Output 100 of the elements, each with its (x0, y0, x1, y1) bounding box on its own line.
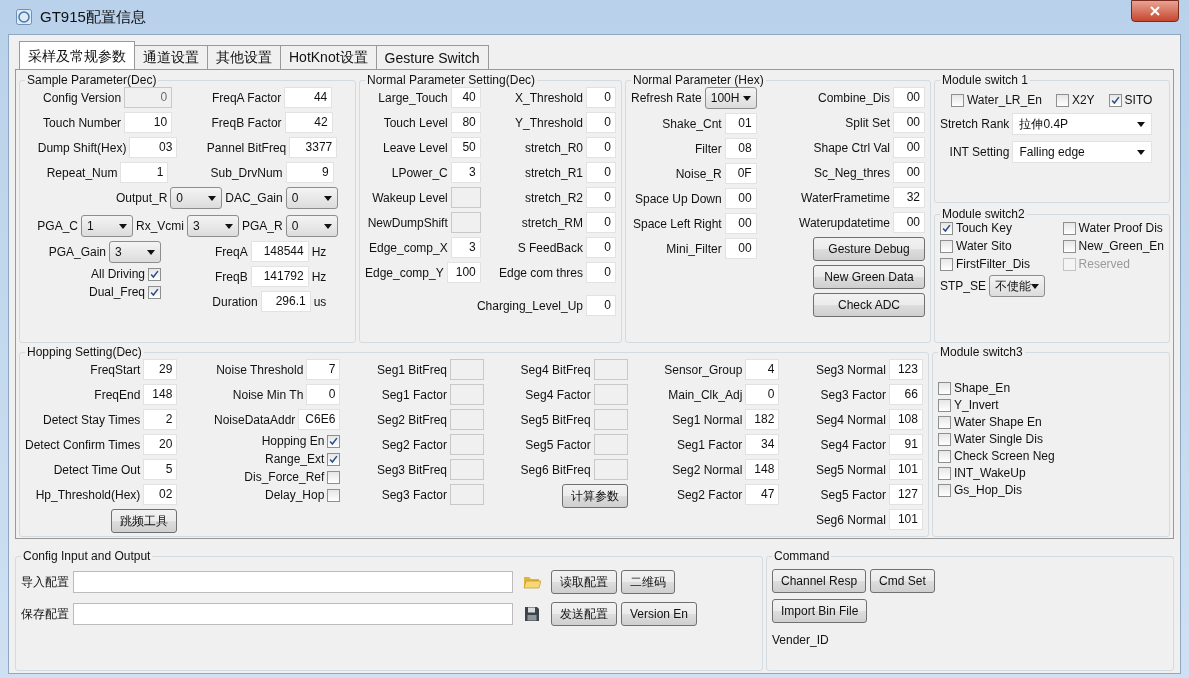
checkbox[interactable] (938, 466, 951, 480)
number-field[interactable]: 47 (745, 484, 780, 505)
number-field[interactable]: 00 (893, 112, 925, 133)
action-button[interactable]: 跳频工具 (111, 509, 178, 533)
number-field[interactable]: 100 (446, 262, 481, 283)
action-button[interactable]: 二维码 (621, 570, 675, 594)
checkbox[interactable] (938, 398, 951, 412)
number-field[interactable]: 2 (143, 409, 178, 430)
dropdown[interactable]: 拉伸0.4P (1012, 113, 1153, 135)
number-field[interactable]: C6E6 (298, 409, 341, 430)
number-field[interactable]: 182 (745, 409, 780, 430)
number-field[interactable]: 123 (888, 359, 923, 380)
dropdown[interactable]: 3 (187, 215, 239, 237)
dropdown[interactable]: 0 (285, 215, 338, 237)
checkbox[interactable] (1062, 221, 1076, 235)
checkbox[interactable] (950, 93, 964, 107)
action-button[interactable]: Cmd Set (870, 569, 935, 593)
number-field[interactable]: 101 (888, 459, 923, 480)
checkbox[interactable] (940, 257, 953, 271)
number-field[interactable]: 1 (120, 162, 169, 183)
number-field[interactable]: 0 (306, 384, 341, 405)
number-field[interactable]: 3 (450, 237, 481, 258)
action-button[interactable]: 读取配置 (551, 570, 617, 594)
number-field[interactable]: 127 (888, 484, 923, 505)
number-field[interactable]: 08 (724, 138, 757, 159)
checkbox[interactable] (148, 285, 161, 299)
number-field[interactable]: 91 (888, 434, 923, 455)
number-field[interactable]: 66 (888, 384, 923, 405)
number-field[interactable]: 02 (143, 484, 178, 505)
number-field[interactable]: 80 (450, 112, 481, 133)
checkbox[interactable] (940, 239, 953, 253)
checkbox[interactable] (327, 434, 341, 448)
number-field[interactable]: 32 (893, 187, 925, 208)
number-field[interactable]: 34 (745, 434, 780, 455)
action-button[interactable]: Channel Resp (772, 569, 867, 593)
number-field[interactable]: 50 (450, 137, 481, 158)
number-field[interactable]: 42 (284, 112, 333, 133)
number-field[interactable]: 00 (893, 212, 925, 233)
checkbox[interactable] (938, 381, 951, 395)
number-field[interactable]: 0 (586, 295, 616, 316)
action-button[interactable]: Check ADC (813, 293, 925, 317)
number-field[interactable]: 40 (450, 87, 481, 108)
checkbox[interactable] (327, 488, 341, 502)
checkbox[interactable] (938, 415, 951, 429)
number-field[interactable]: 00 (724, 238, 757, 259)
number-field[interactable]: 5 (143, 459, 178, 480)
file-path-field[interactable] (73, 603, 513, 625)
number-field[interactable]: 00 (893, 162, 925, 183)
checkbox[interactable] (938, 483, 951, 497)
number-field[interactable]: 00 (724, 213, 757, 234)
checkbox[interactable] (938, 432, 951, 446)
number-field[interactable]: 00 (893, 87, 925, 108)
dropdown[interactable]: 不使能 (989, 275, 1046, 297)
number-field[interactable]: 0 (586, 187, 616, 208)
number-field[interactable]: 148 (745, 459, 780, 480)
checkbox[interactable] (327, 452, 341, 466)
number-field[interactable]: 4 (745, 359, 780, 380)
action-button[interactable]: Import Bin File (772, 599, 868, 623)
folder-icon[interactable] (523, 575, 541, 589)
number-field[interactable]: 20 (143, 434, 178, 455)
tab[interactable]: Gesture Switch (375, 45, 489, 69)
number-field[interactable]: 0 (586, 237, 616, 258)
action-button[interactable]: Gesture Debug (813, 237, 925, 261)
dropdown[interactable]: 0 (285, 187, 338, 209)
checkbox[interactable] (1108, 93, 1122, 107)
checkbox[interactable] (148, 267, 161, 281)
checkbox[interactable] (940, 221, 953, 235)
dropdown[interactable]: 1 (81, 215, 133, 237)
tab[interactable]: 采样及常规参数 (19, 41, 135, 69)
checkbox[interactable] (938, 449, 951, 463)
number-field[interactable]: 3 (450, 162, 481, 183)
number-field[interactable]: 296.1 (260, 291, 311, 312)
action-button[interactable]: 发送配置 (551, 602, 617, 626)
number-field[interactable]: 148 (143, 384, 178, 405)
number-field[interactable]: 0 (586, 262, 616, 283)
number-field[interactable]: 00 (724, 188, 757, 209)
number-field[interactable]: 44 (284, 87, 333, 108)
number-field[interactable]: 0 (586, 212, 616, 233)
number-field[interactable]: 01 (724, 113, 757, 134)
action-button[interactable]: New Green Data (813, 265, 925, 289)
checkbox[interactable] (327, 470, 341, 484)
dropdown[interactable]: 3 (109, 241, 161, 263)
number-field[interactable]: 29 (143, 359, 178, 380)
number-field[interactable]: 141792 (250, 266, 309, 287)
number-field[interactable]: 0 (745, 384, 780, 405)
number-field[interactable]: 148544 (250, 241, 309, 262)
close-button[interactable] (1131, 0, 1179, 22)
number-field[interactable]: 0F (724, 163, 757, 184)
number-field[interactable]: 3377 (289, 137, 338, 158)
number-field[interactable]: 0 (586, 162, 616, 183)
number-field[interactable]: 0 (586, 87, 616, 108)
checkbox[interactable] (1055, 93, 1069, 107)
number-field[interactable]: 00 (893, 137, 925, 158)
dropdown[interactable]: Falling edge (1012, 141, 1153, 163)
number-field[interactable]: 10 (124, 112, 173, 133)
checkbox[interactable] (1062, 239, 1076, 253)
number-field[interactable]: 03 (129, 137, 178, 158)
number-field[interactable]: 101 (888, 509, 923, 530)
number-field[interactable]: 0 (586, 112, 616, 133)
file-path-field[interactable] (73, 571, 513, 593)
